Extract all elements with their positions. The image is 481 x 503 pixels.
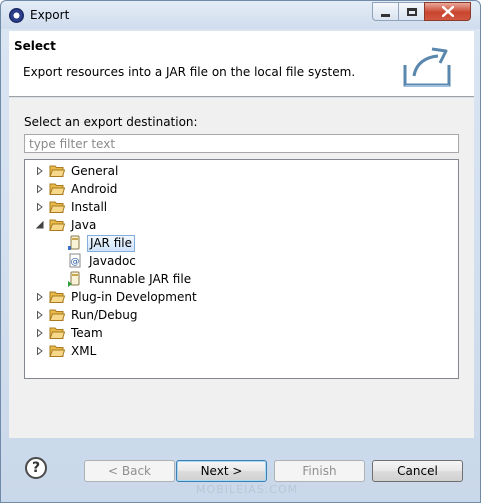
folder-icon (49, 165, 65, 177)
expand-icon[interactable] (35, 346, 45, 356)
expand-icon[interactable] (35, 328, 45, 338)
folder-icon (49, 309, 65, 321)
maximize-icon (406, 7, 417, 16)
close-icon (441, 6, 454, 17)
window-title: Export (30, 8, 70, 22)
page-description: Export resources into a JAR file on the … (23, 65, 356, 79)
cancel-button[interactable]: Cancel (372, 460, 463, 482)
tree-item-xml[interactable]: XML (35, 342, 98, 360)
expand-icon[interactable] (35, 292, 45, 302)
minimize-button[interactable] (372, 2, 399, 21)
tree-item-label: Run/Debug (71, 308, 138, 322)
eclipse-icon (9, 8, 24, 23)
javadoc-icon: @ (69, 253, 81, 268)
tree-item-label: Runnable JAR file (89, 272, 192, 286)
back-button[interactable]: < Back (84, 460, 175, 482)
filter-input[interactable] (24, 134, 459, 153)
folder-icon (49, 345, 65, 357)
collapse-icon[interactable] (35, 220, 45, 230)
expand-icon[interactable] (35, 310, 45, 320)
export-dialog: Export Select Export resources into a JA… (0, 0, 481, 503)
tree-item-label: Android (71, 182, 118, 196)
wizard-body: Select an export destination: General (9, 98, 474, 438)
expand-icon[interactable] (35, 166, 45, 176)
folder-icon (49, 201, 65, 213)
tree-item-label: Java (71, 218, 97, 232)
tree-item-jar-file[interactable]: JAR file (67, 234, 135, 252)
runnable-jar-icon (68, 271, 80, 287)
tree-item-label: Team (71, 326, 103, 340)
maximize-button[interactable] (398, 2, 425, 21)
tree-item-label: General (71, 164, 119, 178)
tree-item-plugin-development[interactable]: Plug-in Development (35, 288, 199, 306)
watermark: MOBILEIAS.COM (196, 483, 299, 496)
tree-item-label: XML (71, 344, 97, 358)
expand-icon[interactable] (35, 202, 45, 212)
tree-item-label: Install (71, 200, 108, 214)
expand-icon[interactable] (35, 184, 45, 194)
export-banner-icon (403, 47, 451, 87)
minimize-icon (381, 13, 390, 17)
destination-label: Select an export destination: (24, 115, 198, 129)
wizard-header: Select Export resources into a JAR file … (9, 31, 474, 97)
tree-item-label: Plug-in Development (71, 290, 197, 304)
next-button[interactable]: Next > (176, 460, 267, 482)
tree-item-runnable-jar[interactable]: Runnable JAR file (67, 270, 193, 288)
close-button[interactable] (424, 2, 471, 21)
tree-item-run-debug[interactable]: Run/Debug (35, 306, 140, 324)
help-icon: ? (31, 460, 41, 476)
tree-item-label: Javadoc (89, 254, 136, 268)
title-bar[interactable]: Export (1, 1, 480, 29)
folder-icon (49, 327, 65, 339)
svg-text:@: @ (71, 257, 80, 267)
tree-item-javadoc[interactable]: @ Javadoc (67, 252, 138, 270)
tree-item-java[interactable]: Java (35, 216, 98, 234)
finish-button[interactable]: Finish (274, 460, 365, 482)
help-button[interactable]: ? (25, 457, 47, 479)
folder-icon (49, 291, 65, 303)
folder-open-icon (49, 219, 65, 231)
tree-item-team[interactable]: Team (35, 324, 105, 342)
jar-file-icon (68, 235, 80, 250)
tree-item-general[interactable]: General (35, 162, 120, 180)
tree-item-install[interactable]: Install (35, 198, 109, 216)
folder-icon (49, 183, 65, 195)
tree-item-label: JAR file (87, 234, 135, 252)
page-title: Select (14, 39, 56, 53)
destination-tree[interactable]: General Android Install Java JAR file @ … (24, 159, 459, 379)
tree-item-android[interactable]: Android (35, 180, 119, 198)
